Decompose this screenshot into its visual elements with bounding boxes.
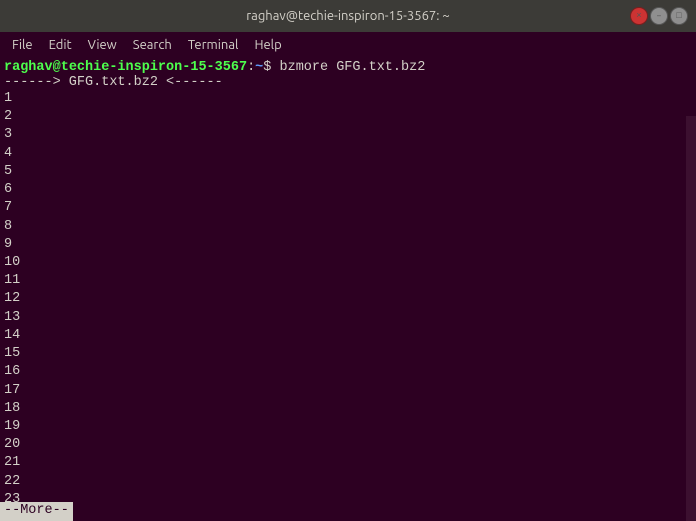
line-6: 6 xyxy=(4,181,692,199)
menu-view[interactable]: View xyxy=(80,36,125,54)
close-button[interactable]: × xyxy=(630,7,648,25)
prompt-dollar: $ xyxy=(263,60,271,75)
prompt-colon: : xyxy=(247,60,255,75)
line-10: 10 xyxy=(4,254,692,272)
more-bar: --More-- xyxy=(0,502,73,521)
title-bar: raghav@techie-inspiron-15-3567: ~ × – □ xyxy=(0,0,696,32)
terminal-content[interactable]: raghav @ techie-inspiron-15-3567 : ~ $ b… xyxy=(0,58,696,521)
menu-help[interactable]: Help xyxy=(246,36,289,54)
line-2: 2 xyxy=(4,108,692,126)
prompt-user: raghav xyxy=(4,60,53,75)
line-11: 11 xyxy=(4,272,692,290)
scrollbar-track[interactable] xyxy=(686,116,696,521)
line-5: 5 xyxy=(4,163,692,181)
prompt-tilde: ~ xyxy=(255,60,263,75)
minimize-button[interactable]: – xyxy=(650,7,668,25)
window-title: raghav@techie-inspiron-15-3567: ~ xyxy=(246,9,450,23)
line-17: 17 xyxy=(4,382,692,400)
line-9: 9 xyxy=(4,236,692,254)
line-14: 14 xyxy=(4,327,692,345)
line-8: 8 xyxy=(4,218,692,236)
menu-file[interactable]: File xyxy=(4,36,41,54)
line-15: 15 xyxy=(4,345,692,363)
line-20: 20 xyxy=(4,436,692,454)
arrow-line: ------> GFG.txt.bz2 <------ xyxy=(4,75,692,90)
menu-search[interactable]: Search xyxy=(125,36,180,54)
line-19: 19 xyxy=(4,418,692,436)
maximize-button[interactable]: □ xyxy=(670,7,688,25)
line-3: 3 xyxy=(4,126,692,144)
prompt-command: bzmore GFG.txt.bz2 xyxy=(271,60,425,75)
menu-bar: File Edit View Search Terminal Help xyxy=(0,32,696,58)
line-23: 23 xyxy=(4,491,692,509)
line-16: 16 xyxy=(4,363,692,381)
line-13: 13 xyxy=(4,309,692,327)
line-22: 22 xyxy=(4,473,692,491)
line-21: 21 xyxy=(4,454,692,472)
window-controls[interactable]: × – □ xyxy=(630,7,688,25)
menu-terminal[interactable]: Terminal xyxy=(180,36,247,54)
prompt-line: raghav @ techie-inspiron-15-3567 : ~ $ b… xyxy=(4,60,692,75)
menu-edit[interactable]: Edit xyxy=(41,36,80,54)
line-18: 18 xyxy=(4,400,692,418)
line-1: 1 xyxy=(4,90,692,108)
line-12: 12 xyxy=(4,290,692,308)
line-4: 4 xyxy=(4,145,692,163)
prompt-at: @ xyxy=(53,60,61,75)
prompt-host: techie-inspiron-15-3567 xyxy=(61,60,247,75)
line-7: 7 xyxy=(4,199,692,217)
